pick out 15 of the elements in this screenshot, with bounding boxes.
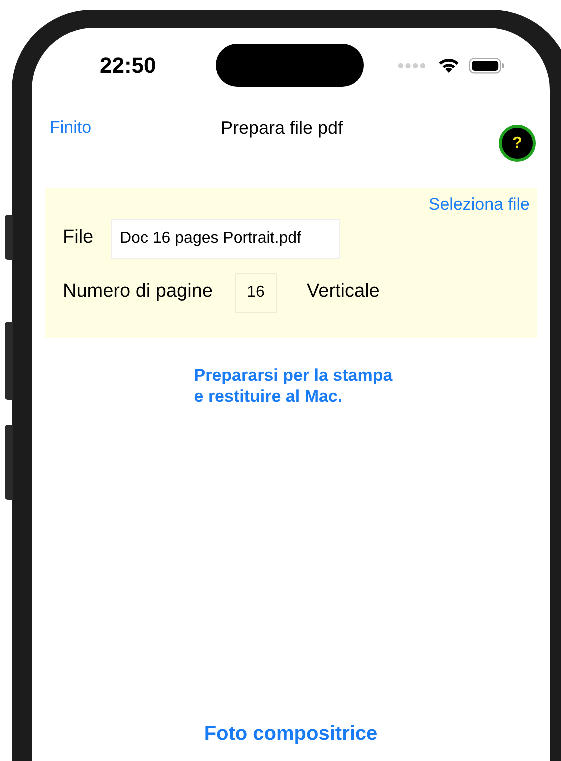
pages-label: Numero di pagine — [63, 280, 214, 304]
file-label: File — [63, 226, 95, 250]
screen-title: Prepara file pdf — [221, 116, 344, 140]
photo-button[interactable]: Foto compositrice — [204, 719, 378, 749]
orientation-label: Verticale — [307, 280, 380, 304]
battery-icon — [469, 58, 505, 74]
signal-icon — [398, 62, 426, 68]
status-time: 22:50 — [100, 52, 158, 80]
prepare-link[interactable]: Prepararsi per la stampa e restituire al Mac. — [194, 365, 393, 407]
file-name-field[interactable]: Doc 16 pages Portrait.pdf — [111, 218, 340, 258]
done-button[interactable]: Finito — [50, 115, 92, 141]
wifi-icon — [437, 57, 461, 74]
pages-count-field[interactable]: 16 — [235, 272, 277, 312]
help-button[interactable]: ? — [499, 125, 536, 162]
select-file-button[interactable]: Seleziona file — [428, 192, 530, 218]
